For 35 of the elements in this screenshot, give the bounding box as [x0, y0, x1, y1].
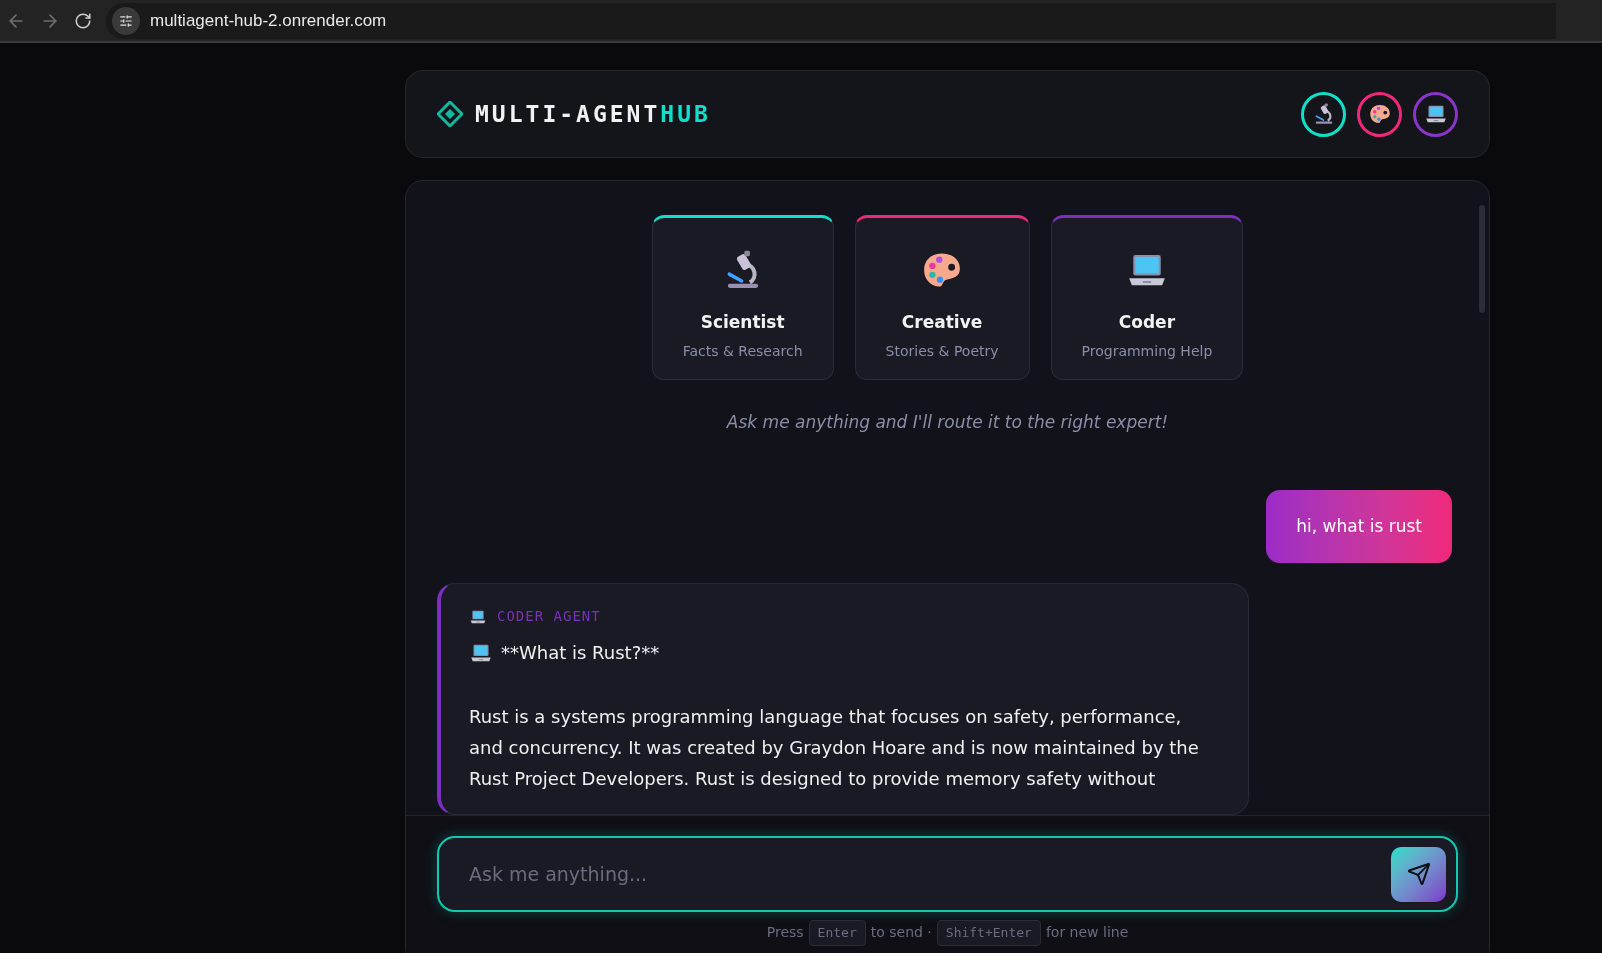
agent-subtitle: Stories & Poetry [885, 341, 999, 361]
agent-title: Coder [1118, 311, 1176, 334]
settings-icon[interactable] [119, 13, 133, 28]
key-hint: Enter [808, 920, 866, 946]
address-bar[interactable]: multiagent-hub-2.onrender.com [106, 2, 1556, 39]
message-input-field[interactable]: Ask me anything... [437, 836, 1458, 912]
agent-card[interactable]: Creative Stories & Poetry [854, 215, 1030, 380]
hint-text: to send · [870, 923, 932, 943]
agent-button[interactable] [1357, 91, 1402, 137]
agent-card[interactable]: Scientist Facts & Research [651, 215, 834, 380]
message-input[interactable]: Ask me anything... [469, 859, 1391, 889]
palette-icon [1367, 102, 1392, 126]
agent-subtitle: Facts & Research [682, 341, 803, 361]
key-hint: Shift+Enter [936, 920, 1041, 946]
intro-text: Ask me anything and I'll route it to the right expert! [725, 411, 1170, 434]
send-button[interactable] [1391, 846, 1446, 902]
hint-text: Press [766, 923, 804, 943]
scrollbar-thumb[interactable] [1479, 205, 1485, 313]
url-text: multiagent-hub-2.onrender.com [150, 9, 387, 32]
message-paragraph: Rust is a systems programming language that focuses on safety, performance, and concurrency. It was created by Graydon Hoare and is now maintained by the Rust Project Developers. Rust is designed to provide memory safety without [469, 705, 1200, 791]
hint-text: for new line [1045, 923, 1129, 943]
site-settings-button[interactable] [112, 6, 140, 35]
reload-icon[interactable] [74, 11, 92, 30]
agent-subtitle: Programming Help [1081, 341, 1213, 361]
agent-card[interactable]: Coder Programming Help [1050, 215, 1244, 380]
message-heading: **What is Rust?** [501, 641, 660, 665]
agent-button[interactable] [1413, 91, 1458, 137]
diamond-logo-icon [437, 101, 463, 127]
agent-label: CODER AGENT [497, 607, 601, 626]
agent-title: Scientist [700, 311, 785, 334]
send-icon[interactable] [1406, 862, 1431, 886]
agent-button[interactable] [1301, 91, 1346, 137]
app-logo-text: MULTI-AGENTHUB [475, 99, 711, 129]
agent-title: Creative [901, 311, 983, 334]
user-message-bubble: hi, what is rust [1266, 489, 1452, 563]
